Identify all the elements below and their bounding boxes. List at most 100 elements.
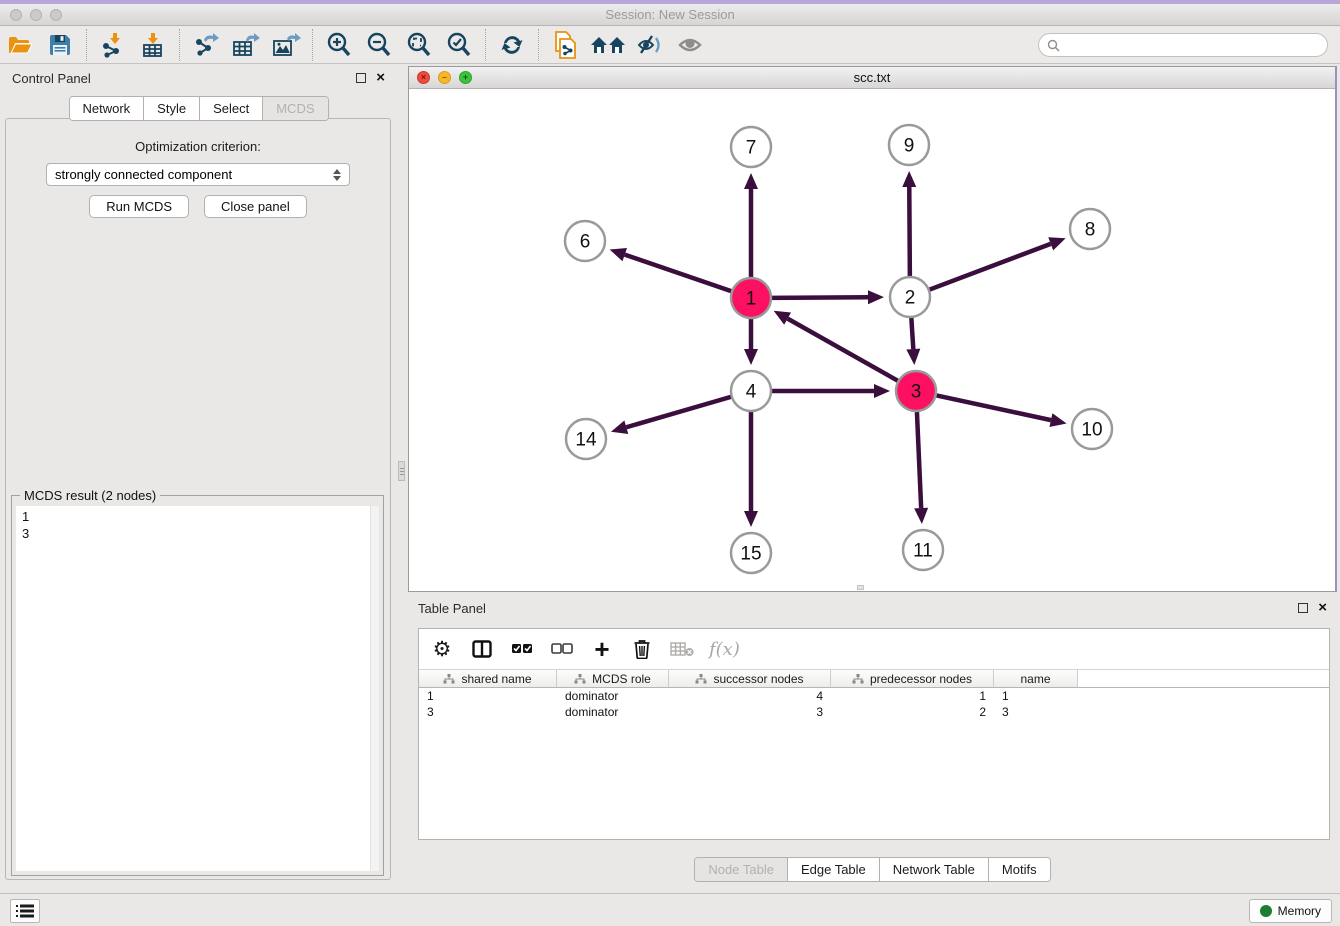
graph-node-label-15: 15 <box>740 544 761 565</box>
graph-edge-2-3[interactable] <box>911 318 913 349</box>
float-table-panel-icon[interactable] <box>1298 603 1308 613</box>
cell-predecessor-nodes: 1 <box>831 689 994 703</box>
zoom-in-icon[interactable] <box>322 30 356 60</box>
memory-label: Memory <box>1278 904 1321 918</box>
column-header-name[interactable]: name <box>994 670 1078 687</box>
column-grip-icon <box>574 674 586 684</box>
graph-edge-2-9[interactable] <box>909 187 910 276</box>
settings-gear-icon[interactable]: ⚙ <box>429 635 455 663</box>
mcds-tab-content: Optimization criterion: strongly connect… <box>5 118 391 880</box>
export-table-icon[interactable] <box>229 30 263 60</box>
run-mcds-button[interactable]: Run MCDS <box>89 195 189 218</box>
export-image-icon[interactable] <box>269 30 303 60</box>
export-network-icon[interactable] <box>189 30 223 60</box>
search-field[interactable] <box>1038 33 1328 57</box>
table-panel-header: Table Panel × <box>405 595 1340 621</box>
zoom-selected-icon[interactable] <box>442 30 476 60</box>
toolbar-separator <box>538 29 539 61</box>
hide-selected-icon[interactable] <box>634 30 668 60</box>
deselect-all-icon[interactable] <box>549 635 575 663</box>
control-panel-header: Control Panel × <box>0 64 397 92</box>
save-session-icon[interactable] <box>43 30 77 60</box>
cell-shared-name: 1 <box>419 689 557 703</box>
import-table-icon[interactable] <box>136 30 170 60</box>
network-resize-handle[interactable] <box>857 585 864 590</box>
cell-mcds-role: dominator <box>557 705 669 719</box>
graph-edge-4-14[interactable] <box>626 397 731 427</box>
optimization-criterion-select[interactable]: strongly connected component <box>46 163 350 186</box>
column-header-mcds-role[interactable]: MCDS role <box>557 670 669 687</box>
graph-node-label-4: 4 <box>746 382 757 403</box>
result-scrollbar[interactable] <box>370 506 379 871</box>
graph-edge-3-10[interactable] <box>937 395 1051 420</box>
window-title: Session: New Session <box>0 7 1340 22</box>
add-column-icon[interactable]: + <box>589 635 615 663</box>
tab-select[interactable]: Select <box>200 97 263 120</box>
cell-mcds-role: dominator <box>557 689 669 703</box>
tab-node-table[interactable]: Node Table <box>695 858 788 881</box>
table-row[interactable]: 3 dominator 3 2 3 <box>419 704 1329 720</box>
first-neighbors-icon[interactable] <box>588 30 628 60</box>
graph-edge-3-1[interactable] <box>788 319 898 381</box>
cell-name: 1 <box>994 689 1078 703</box>
float-panel-icon[interactable] <box>356 73 366 83</box>
memory-button[interactable]: Memory <box>1249 899 1332 923</box>
table-header-row: shared name MCDS role successor nodes pr… <box>419 669 1329 688</box>
tab-network[interactable]: Network <box>69 97 144 120</box>
table-panel: Table Panel × ⚙ + f(x) <box>405 595 1340 890</box>
graph-edge-1-2[interactable] <box>772 297 868 298</box>
search-input[interactable] <box>1060 36 1327 54</box>
zoom-out-icon[interactable] <box>362 30 396 60</box>
tab-style[interactable]: Style <box>144 97 200 120</box>
close-panel-icon[interactable]: × <box>376 73 385 83</box>
optimization-criterion-label: Optimization criterion: <box>6 139 390 154</box>
mcds-result-title: MCDS result (2 nodes) <box>20 488 160 503</box>
delete-column-icon[interactable] <box>629 635 655 663</box>
tab-network-table[interactable]: Network Table <box>880 858 989 881</box>
network-window-titlebar[interactable]: × – + scc.txt <box>409 67 1335 89</box>
column-grip-icon <box>443 674 455 684</box>
chevron-up-down-icon <box>333 169 341 181</box>
window-titlebar: Session: New Session <box>0 4 1340 26</box>
tab-motifs[interactable]: Motifs <box>989 858 1050 881</box>
select-all-icon[interactable] <box>509 635 535 663</box>
columns-icon[interactable] <box>469 635 495 663</box>
graph-node-label-8: 8 <box>1085 220 1096 241</box>
cell-shared-name: 3 <box>419 705 557 719</box>
column-header-shared-name[interactable]: shared name <box>419 670 557 687</box>
mcds-result-textarea[interactable]: 1 3 <box>16 506 379 871</box>
function-builder-icon: f(x) <box>709 635 740 663</box>
graph-edge-2-8[interactable] <box>930 244 1051 290</box>
tab-mcds[interactable]: MCDS <box>263 97 327 120</box>
graph-node-label-14: 14 <box>575 430 597 451</box>
column-header-successor-nodes[interactable]: successor nodes <box>669 670 831 687</box>
panel-splitter-handle[interactable] <box>398 461 405 481</box>
optimization-criterion-value: strongly connected component <box>55 167 232 182</box>
open-session-icon[interactable] <box>3 30 37 60</box>
graph-edge-1-6[interactable] <box>625 255 731 292</box>
column-grip-icon <box>695 674 707 684</box>
toolbar-separator <box>86 29 87 61</box>
list-icon <box>16 904 34 918</box>
status-bar: Memory <box>0 893 1340 926</box>
close-table-panel-icon[interactable]: × <box>1318 603 1327 613</box>
graph-node-label-3: 3 <box>911 382 922 403</box>
copy-network-icon[interactable] <box>548 30 582 60</box>
show-all-icon[interactable] <box>674 30 708 60</box>
column-header-predecessor-nodes[interactable]: predecessor nodes <box>831 670 994 687</box>
graph-node-label-6: 6 <box>580 232 591 253</box>
zoom-fit-icon[interactable] <box>402 30 436 60</box>
close-panel-button[interactable]: Close panel <box>204 195 307 218</box>
control-panel: Control Panel × Network Style Select MCD… <box>0 64 397 893</box>
import-network-icon[interactable] <box>96 30 130 60</box>
cell-predecessor-nodes: 2 <box>831 705 994 719</box>
network-canvas[interactable]: 7968124314101511 <box>409 89 1335 591</box>
graph-edge-3-11[interactable] <box>917 412 921 508</box>
graph-node-label-9: 9 <box>904 136 915 157</box>
tab-edge-table[interactable]: Edge Table <box>788 858 880 881</box>
graph-node-label-2: 2 <box>905 288 916 309</box>
refresh-layout-icon[interactable] <box>495 30 529 60</box>
table-row[interactable]: 1 dominator 4 1 1 <box>419 688 1329 704</box>
control-panel-tabs: Network Style Select MCDS <box>68 96 328 121</box>
task-history-button[interactable] <box>10 899 40 923</box>
